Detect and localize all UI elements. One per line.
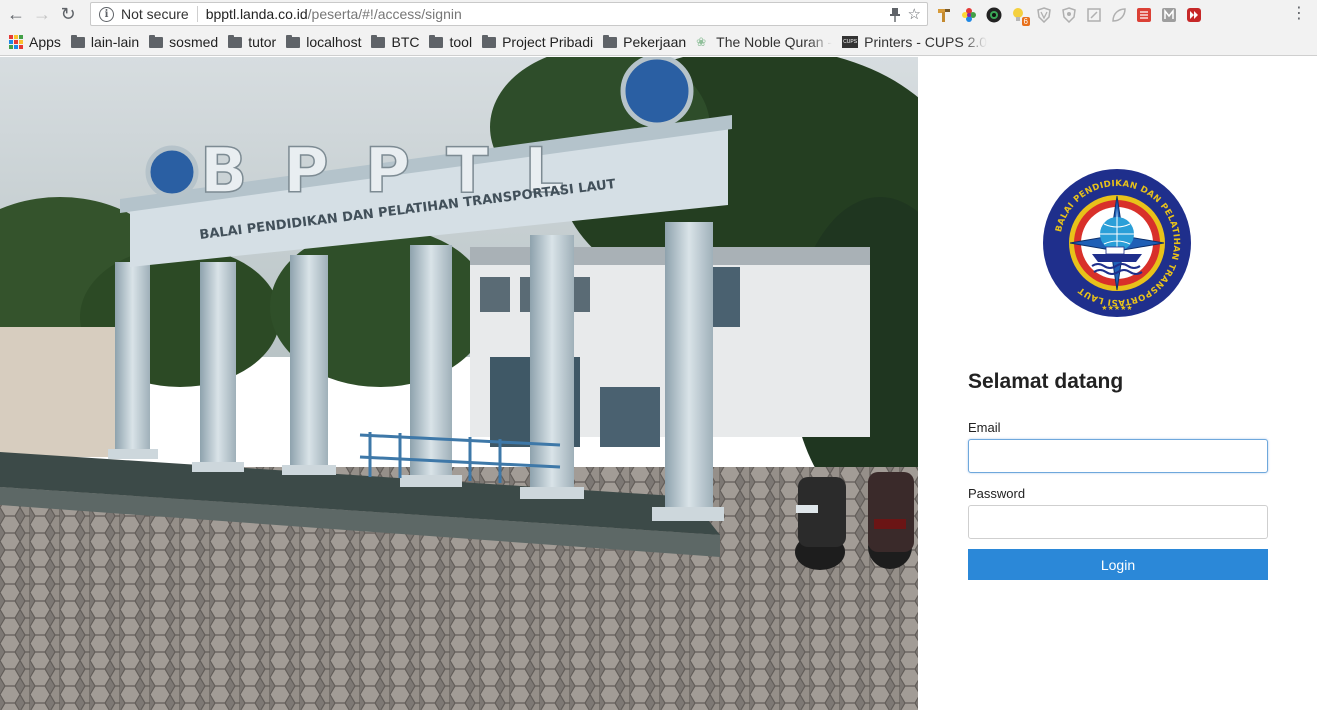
bookmark-label: Printers - CUPS 2.0 [864,34,988,50]
info-icon[interactable]: i [99,6,114,22]
bookmark-localhost[interactable]: localhost [286,34,361,50]
email-field[interactable] [968,439,1268,473]
forward-button[interactable]: → [29,2,55,28]
arrow-left-icon: ← [7,4,25,24]
password-field[interactable] [968,505,1268,539]
camera-lens-icon[interactable] [986,7,1002,23]
omnibox-divider [196,6,198,22]
m-extension-icon[interactable] [1161,7,1177,23]
apps-icon [9,35,23,49]
bookmark-printers-cups[interactable]: CUPS Printers - CUPS 2.0 [842,34,987,50]
bookmark-apps[interactable]: Apps [9,34,61,50]
star-bookmark-icon[interactable]: ☆ [908,5,921,23]
security-label[interactable]: Not secure [121,6,189,22]
url-path[interactable]: /peserta/#!/access/signin [308,6,462,22]
bookmark-sosmed[interactable]: sosmed [149,34,218,50]
quran-icon: ❀ [696,35,707,49]
extensions-area: 6 [936,3,1202,27]
bookmark-label: tool [449,34,473,50]
color-picker-icon[interactable] [961,7,977,23]
folder-icon [286,34,301,48]
bookmark-pekerjaan[interactable]: Pekerjaan [603,34,686,50]
bookmark-label: localhost [306,34,362,50]
login-panel: BALAI PENDIDIKAN DAN PELATIHAN TRANSPORT… [918,57,1317,710]
bpptl-logo: BALAI PENDIDIKAN DAN PELATIHAN TRANSPORT… [1042,168,1192,318]
bookmark-label: BTC [391,34,420,50]
url-host[interactable]: bpptl.landa.co.id [206,6,308,22]
edit-page-icon[interactable] [1086,7,1102,23]
reload-button[interactable]: ↻ [55,2,81,28]
folder-icon [429,34,444,48]
bookmark-noble-quran[interactable]: ❀ The Noble Quran - [696,34,832,50]
bpptl-logo-emblem: BALAI PENDIDIKAN DAN PELATIHAN TRANSPORT… [1043,169,1191,317]
cups-icon: CUPS [842,36,859,48]
browser-menu-icon[interactable]: ⋮ [1291,4,1307,24]
fast-forward-icon[interactable] [1186,7,1202,23]
bookmark-label: lain-lain [90,34,140,50]
bookmark-label: The Noble Quran - [716,34,833,50]
privacy-shield-icon[interactable] [1061,7,1077,23]
extension-badge: 6 [1021,17,1030,26]
pin-icon[interactable] [889,7,900,22]
leaf-icon[interactable] [1111,7,1127,23]
bookmarks-bar: Apps lain-lain sosmed tutor localhost BT… [0,29,1317,56]
login-button[interactable]: Login [968,549,1268,580]
arrow-right-icon: → [33,4,51,24]
folder-icon [482,34,497,48]
browser-toolbar: ← → ↻ i Not secure bpptl.landa.co.id/pes… [0,0,1317,29]
address-bar[interactable]: i Not secure bpptl.landa.co.id/peserta/#… [90,2,928,26]
bookmark-project-pribadi[interactable]: Project Pribadi [482,34,593,50]
folder-icon [149,34,164,48]
bookmark-label: Pekerjaan [623,34,687,50]
bookmark-btc[interactable]: BTC [371,34,419,50]
email-label: Email [968,420,1001,435]
bookmark-lain-lain[interactable]: lain-lain [70,34,140,50]
extension-brush-icon[interactable] [936,7,952,23]
reload-icon: ↻ [60,4,76,24]
bookmark-tutor[interactable]: tutor [228,34,276,50]
campus-gate-photo: BPPTL BALAI PENDIDIKAN DAN PELATIHAN TRA… [0,57,918,710]
bookmark-label: Apps [29,34,61,50]
logo-stars-icon: ★★★★★ [1101,304,1132,312]
back-button[interactable]: ← [3,2,29,28]
folder-icon [603,34,618,48]
folder-icon [70,34,85,48]
campus-gate-illustration: BPPTL BALAI PENDIDIKAN DAN PELATIHAN TRA… [0,57,918,710]
bookmark-label: tutor [248,34,277,50]
page-title: Selamat datang [968,370,1124,393]
omnibox-actions: ☆ [889,5,921,23]
bookmark-label: Project Pribadi [502,34,594,50]
bookmark-label: sosmed [169,34,219,50]
shield-icon[interactable] [1036,7,1052,23]
password-label: Password [968,486,1026,501]
todoist-icon[interactable] [1136,7,1152,23]
bookmark-tool[interactable]: tool [429,34,472,50]
folder-icon [228,34,243,48]
folder-icon [371,34,386,48]
lightbulb-extension[interactable]: 6 [1011,7,1030,26]
